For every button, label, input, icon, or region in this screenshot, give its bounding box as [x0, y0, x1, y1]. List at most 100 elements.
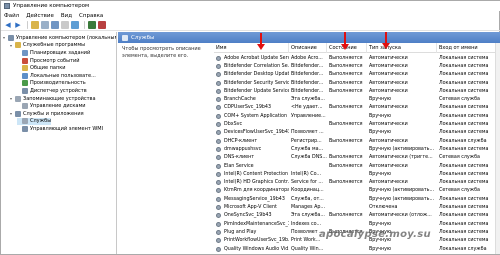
folder-up-icon[interactable] — [31, 21, 39, 29]
tree-item-label: Диспетчер устройств — [30, 87, 87, 94]
cell-name: Intel(R) HD Graphics Contr... — [214, 179, 289, 187]
column-header-description[interactable]: Описание — [289, 43, 327, 53]
table-row[interactable]: KtmRm для координатора... Координац... Вру… — [214, 187, 500, 195]
menu-item-file[interactable]: Файл — [4, 13, 19, 19]
column-header-startup-type[interactable]: Тип запуска — [367, 43, 437, 53]
tree-item[interactable]: Планировщик заданий — [17, 49, 90, 57]
table-row[interactable]: DHCP-клиент Регистрир... Выполняется Автома… — [214, 137, 500, 145]
services-pane: Службы Чтобы просмотреть описание элемен… — [118, 32, 500, 254]
table-row[interactable]: Bitdefender Correlation Se... Bitdefender… — [214, 62, 500, 70]
menu-item-action[interactable]: Действие — [26, 13, 54, 19]
forward-arrow-icon[interactable]: ▶ — [14, 21, 22, 29]
cell-status-text: Выполняется — [329, 163, 363, 169]
window-frame: Управление компьютером Файл Действие Вид… — [0, 0, 500, 255]
title-bar: Управление компьютером — [1, 1, 500, 11]
back-arrow-icon[interactable]: ◀ — [4, 21, 12, 29]
table-row[interactable]: Intel(R) HD Graphics Contr... Service for… — [214, 179, 500, 187]
table-row[interactable]: dmwappushsvc Служба ма... Вручную (активир… — [214, 145, 500, 153]
cell-name-text: Bitdefender Desktop Updat... — [224, 72, 289, 78]
cell-log-on-as: Локальная система — [437, 237, 500, 245]
cell-name-text: Plug and Play — [224, 229, 257, 235]
tree-item[interactable]: Диспетчер устройств — [17, 87, 87, 95]
table-row[interactable]: COM+ System Application Управление... Вруч… — [214, 112, 500, 120]
cell-log-on-as-text: Сетевая служба — [439, 188, 480, 194]
tree-item[interactable]: Управляющий элемент WMI — [17, 125, 103, 133]
table-row[interactable]: Adobe Acrobat Update Serv... Adobe Acro..… — [214, 54, 500, 62]
tree-item[interactable]: ▾ Службы и приложения — [10, 110, 84, 118]
cell-status-text: Выполняется — [329, 138, 363, 144]
table-row[interactable]: Bitdefender Desktop Updat... Bitdefender.… — [214, 71, 500, 79]
cell-log-on-as-text: Локальная система — [439, 122, 489, 128]
table-row[interactable]: Microsoft App-V Client Manages Ap... Отклю… — [214, 203, 500, 211]
tree-item-label: Службы и приложения — [23, 110, 84, 117]
cell-log-on-as: Локальная система — [437, 145, 500, 153]
tree-item[interactable]: ▾ Служебные программы — [10, 42, 85, 50]
table-row[interactable]: Intel(R) Content Protection ... Intel(R) … — [214, 170, 500, 178]
cell-log-on-as: Локальная система — [437, 179, 500, 187]
table-row[interactable]: DNS-клиент Служба DNS... Выполняется Автома… — [214, 154, 500, 162]
cell-startup-type: Вручную — [367, 96, 437, 104]
menu-item-help[interactable]: Справка — [79, 13, 103, 19]
cell-startup-type-text: Автоматически — [369, 88, 408, 94]
cell-status: Выполняется — [327, 120, 367, 128]
table-row[interactable]: OneSyncSvc_19b43 Эта служба... Выполняется… — [214, 212, 500, 220]
table-row[interactable]: PimIndexMaintenanceSvc_1... Indexes co...… — [214, 220, 500, 228]
table-row[interactable]: DbxSvc Выполняется Автоматически Локальная … — [214, 120, 500, 128]
cell-log-on-as: Локальная система — [437, 71, 500, 79]
cell-log-on-as-text: Локальная система — [439, 130, 489, 136]
column-header-log-on-as[interactable]: Вход от имени — [437, 43, 500, 53]
tree-item[interactable]: Локальные пользовате... — [17, 72, 96, 80]
table-row[interactable]: DevicesFlowUserSvc_19b43 Позволяет ... Вру… — [214, 129, 500, 137]
cell-log-on-as: Сетевая служба — [437, 96, 500, 104]
show-hide-tree-icon[interactable] — [41, 21, 49, 29]
cell-status — [327, 112, 367, 120]
help-icon[interactable] — [71, 21, 79, 29]
table-row[interactable]: Quality Windows Audio Vid... Quality Win.… — [214, 245, 500, 253]
cell-startup-type-text: Вручную (активировать... — [369, 188, 435, 194]
cell-startup-type: Автоматически — [367, 120, 437, 128]
table-row[interactable]: Bitdefender Security Service Bitdefender.… — [214, 79, 500, 87]
table-row[interactable]: CDPUserSvc_19b43 <Не удает... Выполняется А… — [214, 104, 500, 112]
table-row[interactable]: BranchCache Эта служба... Вручную Сетевая с… — [214, 96, 500, 104]
tree-item[interactable]: Управление дисками — [17, 102, 86, 110]
cell-status-text: Выполняется — [329, 63, 363, 69]
cell-status: Выполняется — [327, 104, 367, 112]
cell-name-text: Intel(R) HD Graphics Contr... — [224, 180, 289, 186]
stop-service-icon[interactable] — [98, 21, 106, 29]
start-service-icon[interactable] — [88, 21, 96, 29]
tree-item[interactable]: Общие папки — [17, 64, 66, 72]
column-header-name[interactable]: Имя — [214, 43, 289, 53]
cell-startup-type: Вручную — [367, 220, 437, 228]
cell-name-text: Elan Service — [224, 163, 254, 169]
vertical-scrollbar[interactable] — [495, 43, 500, 254]
cell-startup-type: Автоматически — [367, 162, 437, 170]
cell-status — [327, 129, 367, 137]
cell-log-on-as-text: Локальная система — [439, 88, 489, 94]
tree-item[interactable]: ▾ Запоминающие устройства — [10, 95, 96, 103]
cell-startup-type-text: Вручную (активировать... — [369, 146, 435, 152]
cell-startup-type: Автоматически — [367, 87, 437, 95]
cell-log-on-as: Локальная система — [437, 203, 500, 211]
tree-item[interactable]: ▾ Управление компьютером (локальным) — [3, 34, 116, 42]
table-row[interactable]: Elan Service Выполняется Автоматически Лока… — [214, 162, 500, 170]
table-row[interactable]: Bitdefender Update Service Bitdefender...… — [214, 87, 500, 95]
cell-log-on-as-text: Локальная система — [439, 63, 489, 69]
cell-startup-type: Автоматически — [367, 62, 437, 70]
cell-name: OneSyncSvc_19b43 — [214, 212, 289, 220]
cell-log-on-as-text: Локальная система — [439, 171, 489, 177]
menu-item-view[interactable]: Вид — [61, 13, 72, 19]
cell-status-text: Выполняется — [329, 213, 363, 219]
tree-item[interactable]: Производительность — [17, 80, 86, 88]
cell-description: Служба, от... — [289, 195, 327, 203]
cell-description-text: Bitdefender... — [291, 72, 324, 78]
export-list-icon[interactable] — [61, 21, 69, 29]
cell-description-text: Adobe Acro... — [291, 55, 323, 61]
table-row[interactable]: MessagingService_19b43 Служба, от... Вручн… — [214, 195, 500, 203]
refresh-icon[interactable] — [51, 21, 59, 29]
service-gear-icon — [216, 130, 221, 136]
cell-log-on-as-text: Локальная система — [439, 105, 489, 111]
tree-item[interactable]: Просмотр событий — [17, 57, 80, 65]
cell-startup-type: Автоматически — [367, 137, 437, 145]
cell-name-text: OneSyncSvc_19b43 — [224, 213, 272, 219]
tree-item[interactable]: Службы — [17, 117, 52, 126]
